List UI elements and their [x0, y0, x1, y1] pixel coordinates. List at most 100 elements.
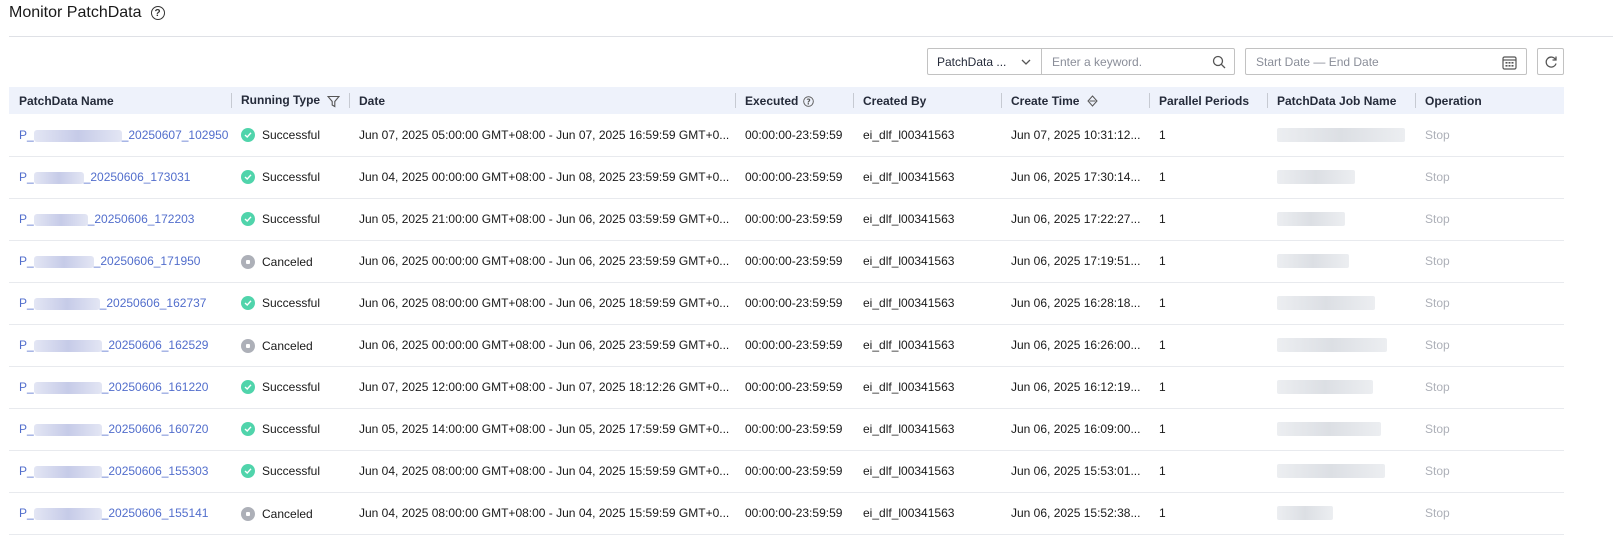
cell-created-by: ei_dlf_l00341563 — [863, 422, 955, 436]
stop-button[interactable]: Stop — [1425, 296, 1450, 310]
cell-patchdata-name: P_ _20250606_155303 — [9, 450, 231, 492]
canceled-icon — [241, 507, 255, 521]
help-icon[interactable]: ? — [802, 96, 814, 107]
patchdata-name-link[interactable]: P_ _20250606_171950 — [19, 254, 200, 268]
cell-job-name — [1267, 450, 1415, 492]
redacted-name-segment — [33, 507, 102, 520]
search-icon[interactable] — [1212, 55, 1226, 69]
table-row: P_ _20250606_155303 Successful Jun 04, 2025… — [9, 450, 1564, 492]
canceled-icon — [241, 339, 255, 353]
patchdata-name-link[interactable]: P_ _20250606_155141 — [19, 506, 208, 520]
stop-button[interactable]: Stop — [1425, 506, 1450, 520]
cell-create-time: Jun 07, 2025 10:31:12... — [1011, 127, 1141, 142]
stop-button[interactable]: Stop — [1425, 212, 1450, 226]
stop-button[interactable]: Stop — [1425, 338, 1450, 352]
table-row: P_ _20250606_155141 Canceled Jun 04, 2025 0… — [9, 492, 1564, 534]
status-text: Canceled — [262, 255, 313, 269]
cell-executed: 00:00:00-23:59:59 — [745, 170, 843, 184]
cell-parallel-periods: 1 — [1159, 170, 1166, 184]
refresh-button[interactable] — [1537, 48, 1564, 75]
cell-date: Jun 05, 2025 14:00:00 GMT+08:00 - Jun 05… — [359, 422, 730, 436]
redacted-name-segment — [33, 171, 84, 184]
patchdata-name-link[interactable]: P_ _20250606_162737 — [19, 296, 206, 310]
cell-parallel-periods: 1 — [1159, 506, 1166, 520]
table-row: P_ _20250606_160720 Successful Jun 05, 2025… — [9, 408, 1564, 450]
page-header: Monitor PatchData ? — [9, 0, 165, 26]
table-row: P_ _20250606_171950 Canceled Jun 06, 2025 0… — [9, 240, 1564, 282]
cell-date: Jun 04, 2025 08:00:00 GMT+08:00 - Jun 04… — [359, 506, 730, 520]
col-header-job-name: PatchData Job Name — [1267, 87, 1415, 114]
stop-button[interactable]: Stop — [1425, 254, 1450, 268]
svg-text:?: ? — [806, 97, 810, 106]
cell-patchdata-name: P_ _20250606_160720 — [9, 408, 231, 450]
cell-created-by: ei_dlf_l00341563 — [863, 338, 955, 352]
header-divider — [9, 36, 1613, 37]
help-icon[interactable]: ? — [150, 6, 165, 20]
status-text: Successful — [262, 380, 321, 394]
cell-job-name — [1267, 492, 1415, 534]
cell-patchdata-name: P_ _20250606_172203 — [9, 198, 231, 240]
cell-job-name — [1267, 282, 1415, 324]
toolbar: PatchData ... Start Date — End Date — [0, 48, 1613, 75]
cell-executed: 00:00:00-23:59:59 — [745, 212, 843, 226]
cell-date: Jun 06, 2025 08:00:00 GMT+08:00 - Jun 06… — [359, 296, 730, 310]
status-text: Successful — [262, 422, 321, 436]
cell-operation: Stop — [1415, 198, 1564, 240]
search-type-select[interactable]: PatchData ... — [927, 48, 1042, 75]
cell-create-time: Jun 06, 2025 16:28:18... — [1011, 296, 1141, 310]
stop-button[interactable]: Stop — [1425, 422, 1450, 436]
col-header-create-time: Create Time — [1001, 87, 1149, 114]
cell-patchdata-name: P_ _20250606_162737 — [9, 282, 231, 324]
date-range-placeholder: Start Date — End Date — [1256, 54, 1379, 69]
cell-operation: Stop — [1415, 366, 1564, 408]
patchdata-name-link[interactable]: P_ _20250606_172203 — [19, 212, 194, 226]
stop-button[interactable]: Stop — [1425, 128, 1450, 142]
cell-create-time: Jun 06, 2025 15:52:38... — [1011, 506, 1141, 520]
stop-button[interactable]: Stop — [1425, 464, 1450, 478]
cell-parallel-periods: 1 — [1159, 127, 1166, 142]
cell-running-type: Successful — [231, 408, 349, 450]
cell-patchdata-name: P_ _20250606_173031 — [9, 156, 231, 198]
cell-executed: 00:00:00-23:59:59 — [745, 506, 843, 520]
redacted-job-name — [1277, 380, 1373, 395]
cell-running-type: Successful — [231, 282, 349, 324]
success-icon — [241, 212, 255, 226]
page-title: Monitor PatchData — [9, 4, 142, 21]
patchdata-name-link[interactable]: P_ _20250606_160720 — [19, 422, 208, 436]
cell-operation: Stop — [1415, 408, 1564, 450]
cell-running-type: Canceled — [231, 324, 349, 366]
cell-job-name — [1267, 240, 1415, 282]
col-header-parallel-periods: Parallel Periods — [1149, 87, 1267, 114]
stop-button[interactable]: Stop — [1425, 170, 1450, 184]
cell-operation: Stop — [1415, 450, 1564, 492]
cell-created-by: ei_dlf_l00341563 — [863, 212, 955, 226]
redacted-name-segment — [33, 339, 102, 352]
search-input[interactable] — [1052, 54, 1217, 69]
cell-parallel-periods: 1 — [1159, 296, 1166, 310]
cell-executed: 00:00:00-23:59:59 — [745, 338, 843, 352]
keyword-search-box — [1041, 48, 1235, 75]
patchdata-name-link[interactable]: P_ _20250606_155303 — [19, 464, 208, 478]
redacted-job-name — [1277, 170, 1355, 185]
status-text: Canceled — [262, 339, 313, 353]
cell-executed: 00:00:00-23:59:59 — [745, 464, 843, 478]
success-icon — [241, 380, 255, 394]
cell-running-type: Successful — [231, 114, 349, 156]
stop-button[interactable]: Stop — [1425, 380, 1450, 394]
filter-icon[interactable] — [327, 95, 341, 108]
cell-parallel-periods: 1 — [1159, 422, 1166, 436]
patchdata-name-link[interactable]: P_ _20250606_162529 — [19, 338, 208, 352]
cell-patchdata-name: P_ _20250606_161220 — [9, 366, 231, 408]
patchdata-name-link[interactable]: P_ _20250606_161220 — [19, 380, 208, 394]
cell-parallel-periods: 1 — [1159, 464, 1166, 478]
redacted-job-name — [1277, 464, 1385, 479]
cell-created-by: ei_dlf_l00341563 — [863, 127, 955, 142]
patchdata-name-link[interactable]: P_ _20250606_173031 — [19, 170, 190, 184]
success-icon — [241, 422, 255, 436]
patchdata-name-link[interactable]: P_ _20250607_102950 — [19, 128, 228, 142]
cell-running-type: Successful — [231, 156, 349, 198]
date-range-picker[interactable]: Start Date — End Date — [1245, 48, 1527, 75]
cell-create-time: Jun 06, 2025 15:53:01... — [1011, 464, 1141, 478]
sort-icon[interactable] — [1087, 95, 1098, 108]
redacted-job-name — [1277, 254, 1349, 269]
